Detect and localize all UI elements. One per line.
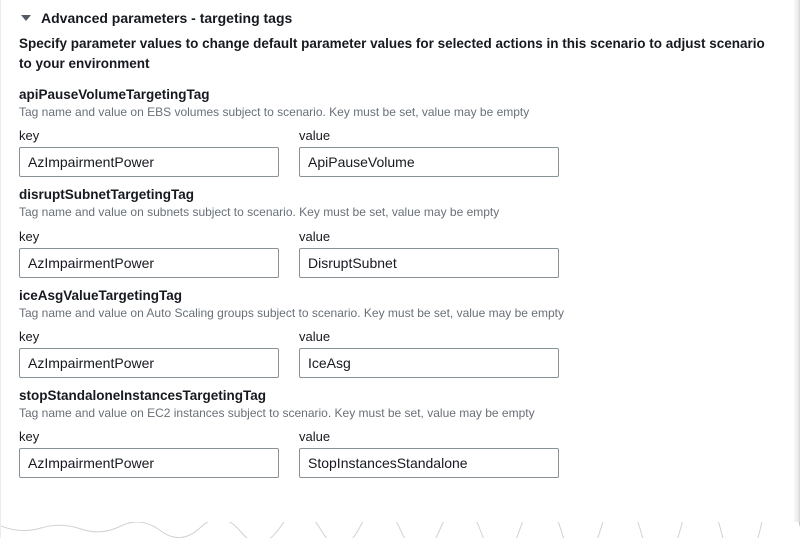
param-apiPauseVolumeTargetingTag: apiPauseVolumeTargetingTag Tag name and … [19,87,781,177]
param-hint: Tag name and value on EC2 instances subj… [19,405,781,421]
param-title: iceAsgValueTargetingTag [19,288,781,303]
key-label: key [19,329,279,344]
param-stopStandaloneInstancesTargetingTag: stopStandaloneInstancesTargetingTag Tag … [19,388,781,478]
value-input[interactable] [299,348,559,378]
value-col: value [299,128,559,177]
param-iceAsgValueTargetingTag: iceAsgValueTargetingTag Tag name and val… [19,288,781,378]
value-col: value [299,429,559,478]
key-input[interactable] [19,248,279,278]
key-col: key [19,429,279,478]
value-label: value [299,329,559,344]
kv-row: key value [19,229,781,278]
key-input[interactable] [19,147,279,177]
value-input[interactable] [299,448,559,478]
key-col: key [19,229,279,278]
key-col: key [19,128,279,177]
param-title: disruptSubnetTargetingTag [19,187,781,202]
kv-row: key value [19,128,781,177]
caret-down-icon [19,11,33,25]
param-title: apiPauseVolumeTargetingTag [19,87,781,102]
value-input[interactable] [299,147,559,177]
value-col: value [299,329,559,378]
kv-row: key value [19,329,781,378]
pane-shadow [793,0,799,538]
key-input[interactable] [19,348,279,378]
kv-row: key value [19,429,781,478]
key-label: key [19,128,279,143]
value-input[interactable] [299,248,559,278]
value-label: value [299,229,559,244]
param-title: stopStandaloneInstancesTargetingTag [19,388,781,403]
value-label: value [299,429,559,444]
advanced-parameters-pane: Advanced parameters - targeting tags Spe… [0,0,800,538]
value-col: value [299,229,559,278]
key-col: key [19,329,279,378]
key-input[interactable] [19,448,279,478]
torn-edge-decoration [1,522,800,538]
key-label: key [19,229,279,244]
key-label: key [19,429,279,444]
section-description: Specify parameter values to change defau… [19,34,781,73]
param-hint: Tag name and value on subnets subject to… [19,204,781,220]
section-header[interactable]: Advanced parameters - targeting tags [19,6,781,34]
param-disruptSubnetTargetingTag: disruptSubnetTargetingTag Tag name and v… [19,187,781,277]
param-hint: Tag name and value on Auto Scaling group… [19,305,781,321]
section-title: Advanced parameters - targeting tags [41,10,292,26]
param-hint: Tag name and value on EBS volumes subjec… [19,104,781,120]
value-label: value [299,128,559,143]
